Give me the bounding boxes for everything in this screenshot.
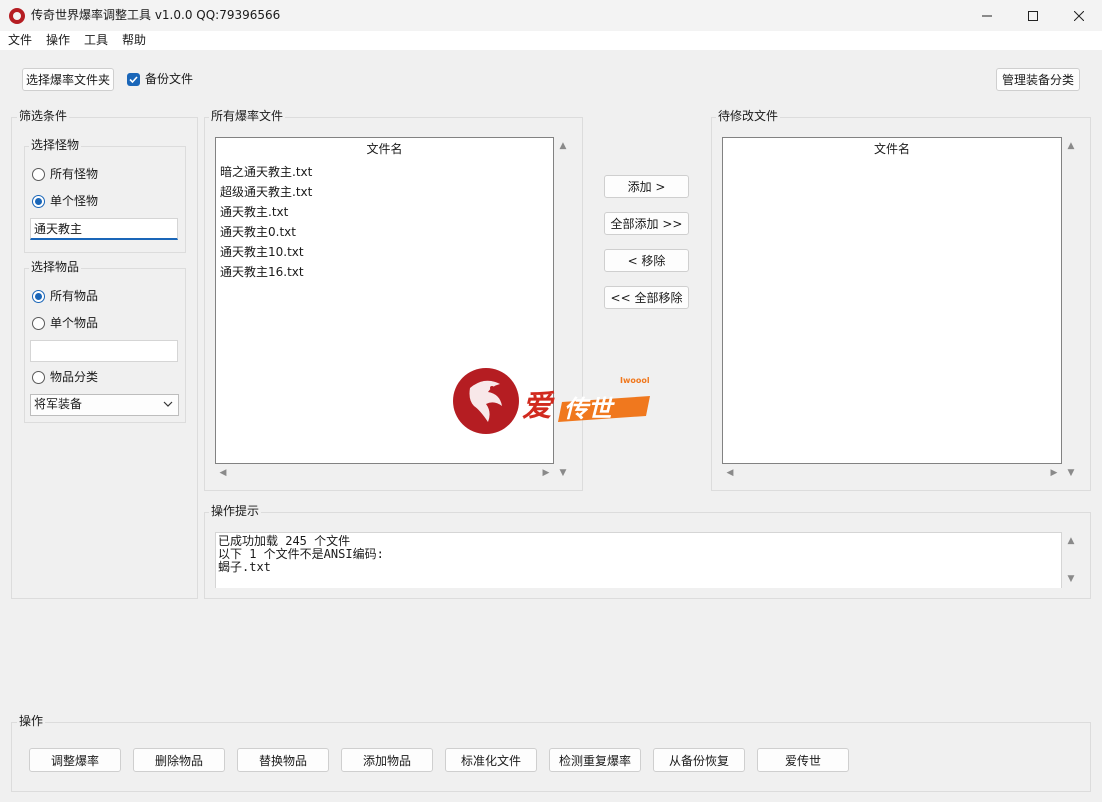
all-items-label: 所有物品	[50, 289, 99, 303]
aichuanshi-button[interactable]: 爱传世	[757, 748, 849, 772]
window-title: 传奇世界爆率调整工具 v1.0.0 QQ:79396566	[31, 8, 281, 22]
item-group-title: 选择物品	[29, 260, 82, 275]
backup-checkbox[interactable]	[127, 73, 140, 86]
all-items-radio[interactable]	[32, 290, 45, 303]
manage-categories-button[interactable]: 管理装备分类	[996, 68, 1080, 91]
restore-backup-button[interactable]: 从备份恢复	[653, 748, 745, 772]
maximize-icon	[1028, 10, 1038, 21]
remove-all-button[interactable]: << 全部移除	[604, 286, 689, 309]
list-item[interactable]: 超级通天教主.txt	[220, 185, 312, 200]
item-category-value: 将军装备	[34, 397, 83, 411]
pending-files-list[interactable]: 文件名	[722, 137, 1062, 464]
watermark-logo: 爱 传世 Iwoool	[453, 368, 650, 434]
item-category-label: 物品分类	[50, 370, 99, 384]
maximize-button[interactable]	[1010, 0, 1056, 31]
item-name-input[interactable]	[30, 340, 178, 362]
backup-label: 备份文件	[145, 72, 194, 86]
all-files-header[interactable]: 文件名	[216, 142, 553, 157]
filter-group-title: 筛选条件	[17, 109, 70, 124]
watermark-brand-rest: 传世	[564, 395, 615, 423]
menu-file[interactable]: 文件	[8, 33, 32, 48]
monster-name-input[interactable]: 通天教主	[30, 218, 178, 240]
chevron-down-icon	[163, 401, 173, 407]
single-item-radio[interactable]	[32, 317, 45, 330]
close-button[interactable]	[1056, 0, 1102, 31]
watermark-tag: Iwoool	[620, 376, 650, 385]
scroll-down-icon[interactable]: ▼	[1066, 574, 1076, 584]
item-category-radio[interactable]	[32, 371, 45, 384]
standardize-file-button[interactable]: 标准化文件	[445, 748, 537, 772]
add-item-button[interactable]: 添加物品	[341, 748, 433, 772]
app-icon	[9, 8, 25, 24]
monster-group-title: 选择怪物	[29, 138, 82, 153]
scroll-left-icon[interactable]: ◀	[218, 468, 228, 478]
scroll-down-icon[interactable]: ▼	[558, 468, 568, 478]
list-item[interactable]: 通天教主0.txt	[220, 225, 296, 240]
scroll-up-icon[interactable]: ▲	[1066, 141, 1076, 151]
scroll-up-icon[interactable]: ▲	[558, 141, 568, 151]
scroll-up-icon[interactable]: ▲	[1066, 536, 1076, 546]
add-all-button[interactable]: 全部添加 >>	[604, 212, 689, 235]
pending-files-group-title: 待修改文件	[716, 109, 781, 124]
item-category-select[interactable]: 将军装备	[30, 394, 179, 416]
hints-group-title: 操作提示	[209, 504, 262, 519]
select-folder-button[interactable]: 选择爆率文件夹	[22, 68, 114, 91]
scroll-right-icon[interactable]: ▶	[541, 468, 551, 478]
list-item[interactable]: 暗之通天教主.txt	[220, 165, 312, 180]
hint-line: 蝎子.txt	[218, 560, 271, 574]
scroll-right-icon[interactable]: ▶	[1049, 468, 1059, 478]
menu-help[interactable]: 帮助	[122, 33, 146, 48]
checkmark-icon	[129, 76, 138, 84]
single-monster-radio[interactable]	[32, 195, 45, 208]
all-monsters-label: 所有怪物	[50, 167, 99, 181]
pending-files-header[interactable]: 文件名	[723, 142, 1061, 157]
replace-item-button[interactable]: 替换物品	[237, 748, 329, 772]
single-item-label: 单个物品	[50, 316, 99, 330]
minimize-button[interactable]	[964, 0, 1010, 31]
list-item[interactable]: 通天教主16.txt	[220, 265, 304, 280]
menu-operate[interactable]: 操作	[46, 33, 70, 48]
actions-group-title: 操作	[17, 714, 46, 729]
menu-bar: 文件 操作 工具 帮助	[0, 31, 1102, 50]
close-icon	[1074, 10, 1084, 21]
title-bar: 传奇世界爆率调整工具 v1.0.0 QQ:79396566	[0, 0, 1102, 31]
list-item[interactable]: 通天教主10.txt	[220, 245, 304, 260]
all-files-group-title: 所有爆率文件	[209, 109, 286, 124]
hint-line: 以下 1 个文件不是ANSI编码:	[218, 547, 384, 561]
list-item[interactable]: 通天教主.txt	[220, 205, 288, 220]
hints-textarea[interactable]: 已成功加载 245 个文件 以下 1 个文件不是ANSI编码: 蝎子.txt	[215, 532, 1062, 588]
minimize-icon	[982, 15, 992, 16]
single-monster-label: 单个怪物	[50, 194, 99, 208]
detect-duplicate-button[interactable]: 检测重复爆率	[549, 748, 641, 772]
menu-tools[interactable]: 工具	[84, 33, 108, 48]
add-button[interactable]: 添加 >	[604, 175, 689, 198]
scroll-left-icon[interactable]: ◀	[725, 468, 735, 478]
delete-item-button[interactable]: 删除物品	[133, 748, 225, 772]
remove-button[interactable]: < 移除	[604, 249, 689, 272]
scroll-down-icon[interactable]: ▼	[1066, 468, 1076, 478]
watermark-brand-first: 爱	[522, 389, 555, 424]
adjust-rate-button[interactable]: 调整爆率	[29, 748, 121, 772]
all-monsters-radio[interactable]	[32, 168, 45, 181]
hint-line: 已成功加载 245 个文件	[218, 534, 351, 548]
